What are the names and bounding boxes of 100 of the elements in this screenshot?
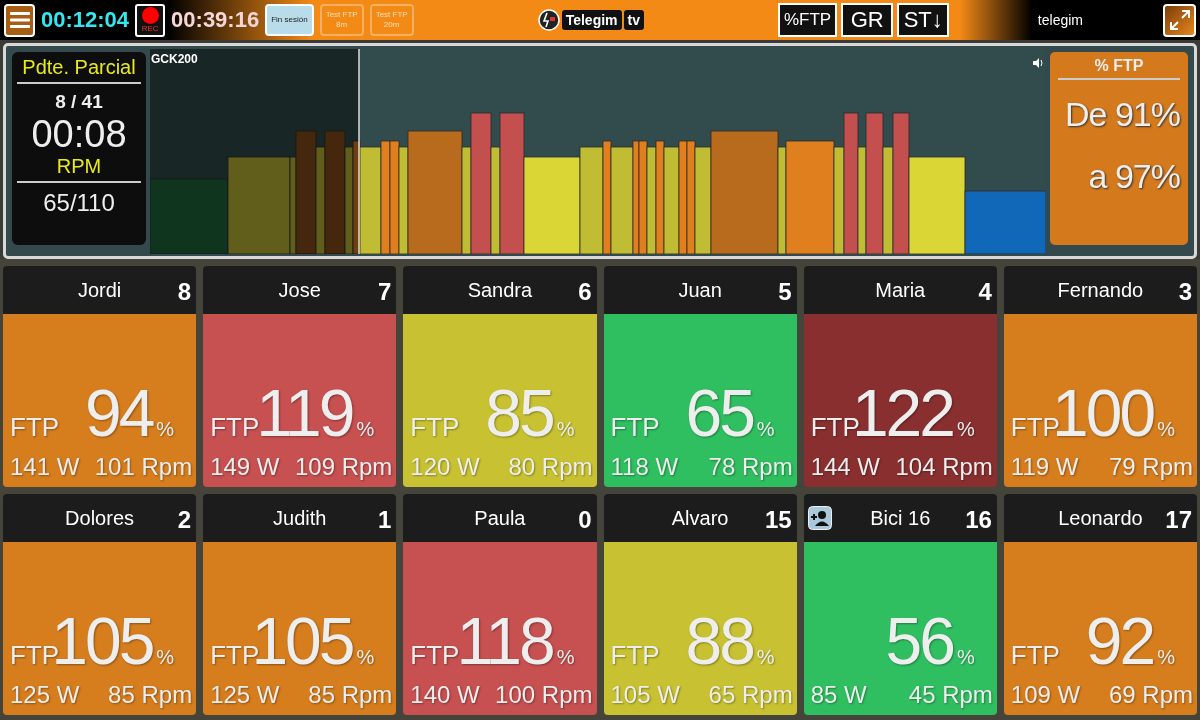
cadence-value: 109 Rpm xyxy=(294,453,393,481)
mode-button[interactable]: %FTP xyxy=(778,3,838,37)
percent-sign: % xyxy=(1157,646,1175,669)
ftp-percent: 85 xyxy=(485,375,553,451)
percent-sign: % xyxy=(356,646,375,669)
percent-sign: % xyxy=(957,418,975,441)
ftp-label: FTP xyxy=(1010,640,1060,671)
fullscreen-button[interactable] xyxy=(1163,3,1196,37)
user-name: telegim xyxy=(1037,12,1083,28)
target-from: De 91% xyxy=(1065,94,1180,135)
rider-name: Fernando xyxy=(1057,278,1144,302)
menu-button[interactable] xyxy=(4,3,35,37)
ftp-label: FTP xyxy=(210,412,260,443)
bike-number: 2 xyxy=(177,506,192,534)
percent-sign: % xyxy=(156,418,175,441)
cadence-value: 78 Rpm xyxy=(708,453,793,481)
bike-number: 0 xyxy=(578,506,592,534)
bike-number: 1 xyxy=(377,506,392,534)
cadence-value: 85 Rpm xyxy=(108,681,193,709)
ftp-label: FTP xyxy=(410,412,460,443)
percent-sign: % xyxy=(957,646,975,669)
watts-value: 144 W xyxy=(810,453,881,481)
rider-name: Jose xyxy=(278,278,321,302)
rider-name: Alvaro xyxy=(671,506,729,530)
bike-number: 8 xyxy=(177,278,192,306)
session-button[interactable]: Fin sesión xyxy=(265,4,314,36)
watts-value: 149 W xyxy=(210,453,280,481)
percent-sign: % xyxy=(1157,418,1175,441)
menu-icon xyxy=(9,11,30,29)
ftp-label: FTP xyxy=(10,412,60,443)
rider-name: Maria xyxy=(875,278,926,302)
watts-value: 125 W xyxy=(10,681,80,709)
percent-sign: % xyxy=(556,646,575,669)
watts-value: 105 W xyxy=(610,681,680,709)
bike-number: 3 xyxy=(1178,278,1192,306)
logo-text: Telegim xyxy=(561,10,622,30)
rider-name: Jordi xyxy=(77,278,122,302)
target-heading: % FTP xyxy=(1094,57,1144,75)
rider-name: Sandra xyxy=(467,278,533,302)
cadence-value: 85 Rpm xyxy=(308,681,393,709)
watts-value: 140 W xyxy=(410,681,480,709)
watts-value: 85 W xyxy=(810,681,867,709)
mode-button[interactable]: GR xyxy=(841,3,894,37)
workout-title: GCK200 xyxy=(151,52,198,66)
bike-number: 17 xyxy=(1165,506,1192,534)
total-timer: 00:39:16 xyxy=(171,7,260,33)
cadence-value: 65 Rpm xyxy=(708,681,793,709)
bike-number: 4 xyxy=(978,278,992,306)
percent-sign: % xyxy=(756,418,775,441)
cadence-value: 45 Rpm xyxy=(908,681,993,709)
percent-sign: % xyxy=(156,646,175,669)
logo-text: tv xyxy=(623,10,644,30)
cadence-value: 69 Rpm xyxy=(1108,681,1193,709)
rider-name: Judith xyxy=(273,506,327,530)
expand-icon xyxy=(1168,9,1191,31)
ftp-percent: 56 xyxy=(885,603,954,679)
watts-value: 118 W xyxy=(610,453,679,481)
target-to: a 97% xyxy=(1088,156,1180,197)
rider-name: Bici 16 xyxy=(870,506,931,530)
ftp-label: FTP xyxy=(610,640,660,671)
interval-time: 00:08 xyxy=(31,113,127,155)
rpm-range: 65/110 xyxy=(43,189,115,217)
record-button[interactable]: REC xyxy=(135,3,166,37)
bike-number: 5 xyxy=(778,278,792,306)
add-user-icon[interactable] xyxy=(807,506,832,530)
cadence-value: 79 Rpm xyxy=(1108,453,1193,481)
watts-value: 141 W xyxy=(10,453,80,481)
watts-value: 119 W xyxy=(1010,453,1079,481)
cadence-value: 101 Rpm xyxy=(94,453,193,481)
percent-sign: % xyxy=(756,646,775,669)
watts-value: 109 W xyxy=(1010,681,1081,709)
ftp-percent: 65 xyxy=(685,375,753,451)
mode-button[interactable]: ST↓ xyxy=(897,3,950,37)
percent-sign: % xyxy=(356,418,375,441)
ftp-percent: 88 xyxy=(685,603,753,679)
ftp-label: FTP xyxy=(410,640,460,671)
cadence-value: 100 Rpm xyxy=(495,681,593,709)
logo-icon xyxy=(537,9,560,31)
bike-number: 15 xyxy=(764,506,792,534)
watts-value: 125 W xyxy=(210,681,280,709)
ftp-label: FTP xyxy=(810,412,860,443)
rider-name: Juan xyxy=(678,278,722,302)
bike-number: 6 xyxy=(578,278,592,306)
ftp-label: FTP xyxy=(610,412,660,443)
ftp-percent: 92 xyxy=(1085,603,1154,679)
watts-value: 120 W xyxy=(410,453,480,481)
bike-number: 7 xyxy=(377,278,392,306)
info-heading: Pdte. Parcial xyxy=(22,56,136,79)
interval-counter: 8 / 41 xyxy=(55,91,103,113)
percent-sign: % xyxy=(556,418,575,441)
cadence-value: 80 Rpm xyxy=(508,453,593,481)
rpm-label: RPM xyxy=(56,155,102,178)
rider-name: Paula xyxy=(474,506,526,530)
rider-name: Dolores xyxy=(65,506,135,530)
rider-name: Leonardo xyxy=(1058,506,1143,530)
bike-number: 16 xyxy=(965,506,992,534)
speaker-icon[interactable] xyxy=(1032,57,1044,69)
cadence-value: 104 Rpm xyxy=(895,453,993,481)
session-timer: 00:12:04 xyxy=(41,7,130,33)
ftp-percent: 94 xyxy=(84,375,153,451)
